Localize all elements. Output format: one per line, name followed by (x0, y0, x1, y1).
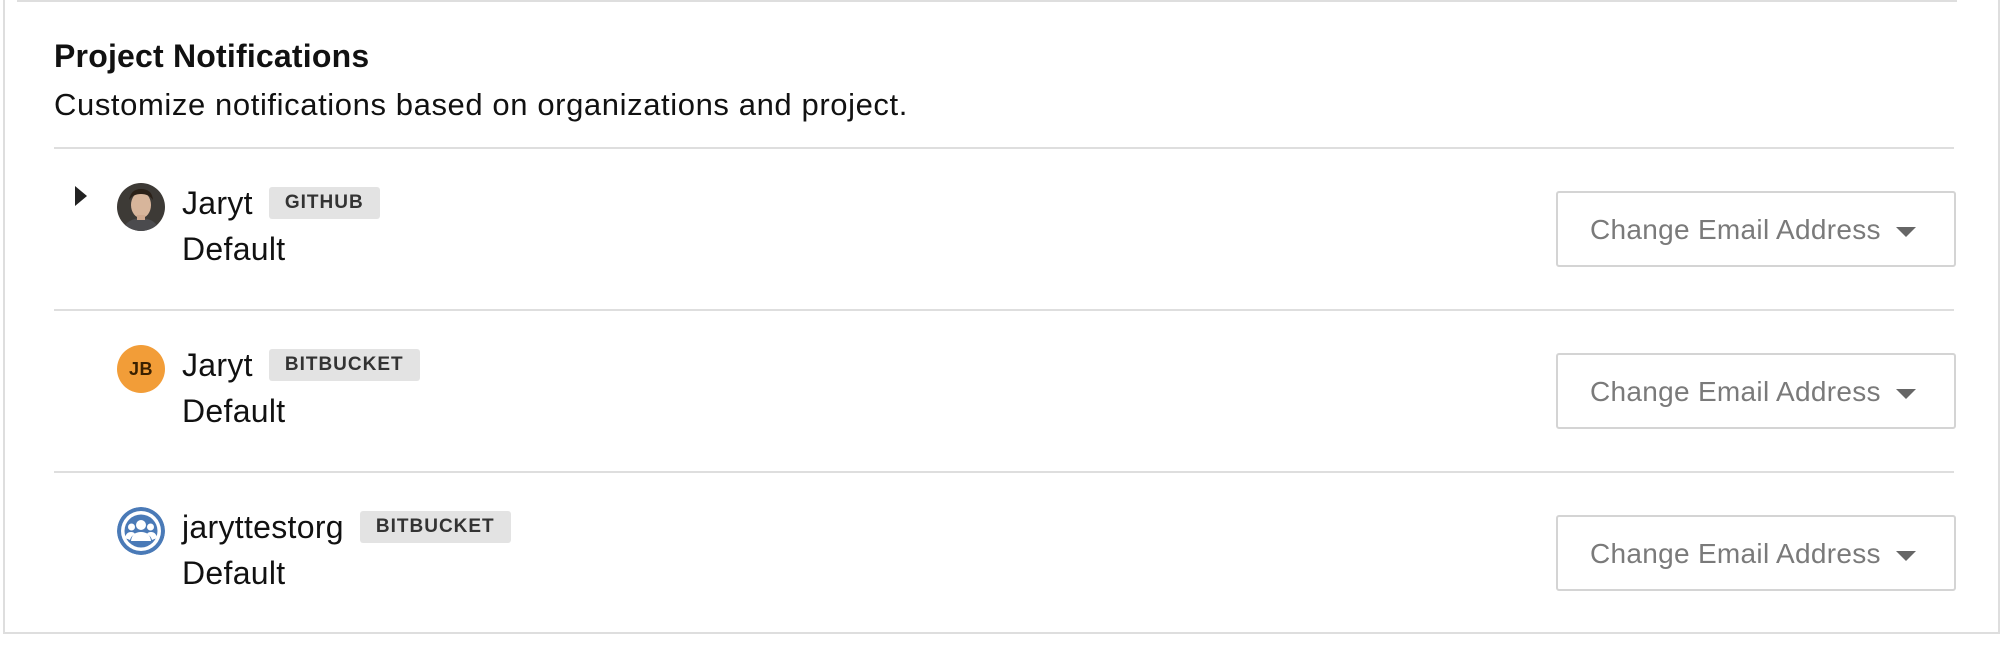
change-email-dropdown[interactable]: Change Email Address (1556, 191, 1956, 267)
project-notifications-panel: Project Notifications Customize notifica… (3, 0, 2000, 634)
account-name-text: Jaryt (182, 347, 253, 383)
account-name-text: Jaryt (182, 185, 253, 221)
chevron-down-icon (1896, 389, 1916, 399)
account-name: jaryttestorg BITBUCKET (182, 509, 511, 546)
section-description: Customize notifications based on organiz… (54, 87, 908, 122)
notification-setting: Default (182, 555, 286, 591)
top-divider (17, 0, 1957, 2)
account-name: Jaryt GITHUB (182, 185, 380, 222)
change-email-dropdown[interactable]: Change Email Address (1556, 353, 1956, 429)
chevron-down-icon (1896, 551, 1916, 561)
account-row-bitbucket-user: JB Jaryt BITBUCKET Default Change Email A… (54, 311, 1956, 471)
vcs-badge: BITBUCKET (268, 348, 420, 381)
account-name: Jaryt BITBUCKET (182, 347, 420, 384)
initials-avatar: JB (117, 345, 165, 393)
user-avatar (117, 183, 165, 231)
notification-setting: Default (182, 231, 286, 267)
account-row-github: Jaryt GITHUB Default Change Email Address (54, 149, 1956, 309)
vcs-badge: BITBUCKET (359, 510, 511, 543)
vcs-badge: GITHUB (268, 186, 380, 219)
chevron-down-icon (1896, 227, 1916, 237)
dropdown-label: Change Email Address (1590, 376, 1881, 407)
notification-setting: Default (182, 393, 286, 429)
account-name-text: jaryttestorg (182, 509, 344, 545)
account-row-bitbucket-org: jaryttestorg BITBUCKET Default Change Ema… (54, 473, 1956, 633)
dropdown-label: Change Email Address (1590, 538, 1881, 569)
expand-caret-icon[interactable] (75, 186, 87, 206)
change-email-dropdown[interactable]: Change Email Address (1556, 515, 1956, 591)
section-title: Project Notifications (54, 38, 370, 74)
dropdown-label: Change Email Address (1590, 214, 1881, 245)
team-icon (117, 507, 165, 555)
